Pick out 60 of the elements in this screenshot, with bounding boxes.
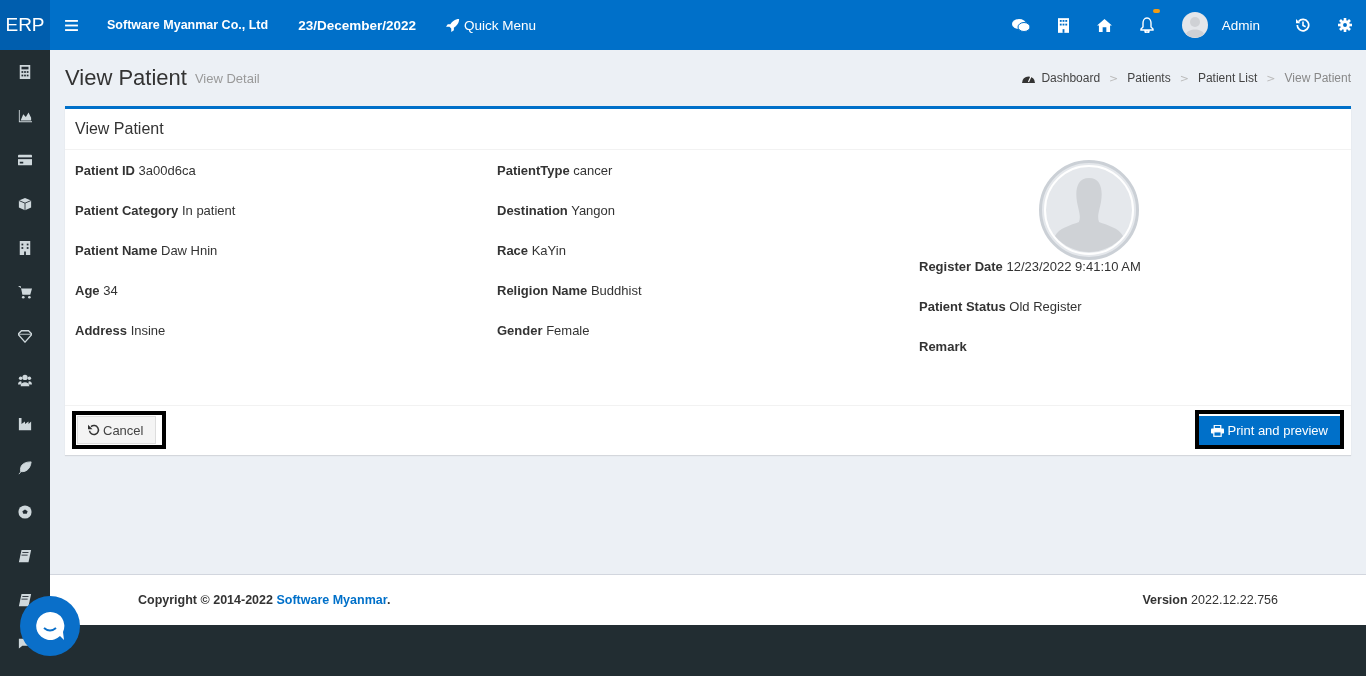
ball-icon[interactable] <box>18 505 32 519</box>
home-icon[interactable] <box>1096 18 1112 32</box>
leaf-icon[interactable] <box>18 461 32 475</box>
page-title: View Patient <box>65 65 187 91</box>
detail-field: Gender Female <box>497 322 919 340</box>
company-name: Software Myanmar Co., Ltd <box>107 18 269 32</box>
breadcrumb-link[interactable]: Patients <box>1127 71 1171 85</box>
user-name[interactable]: Admin <box>1221 17 1260 33</box>
detail-field: Destination Yangon <box>497 202 919 220</box>
cube-icon[interactable] <box>18 197 32 211</box>
calculator-icon[interactable] <box>18 65 32 79</box>
app-logo[interactable]: ERP <box>0 0 50 50</box>
detail-field: Remark <box>919 338 1341 356</box>
card-title: View Patient <box>75 120 164 138</box>
settings-icon[interactable] <box>1338 18 1352 32</box>
breadcrumb-separator: > <box>1109 71 1119 85</box>
history-icon[interactable] <box>1296 18 1310 32</box>
users-icon[interactable] <box>18 373 32 387</box>
detail-field: Patient Status Old Register <box>919 298 1341 316</box>
breadcrumb-link[interactable]: Dashboard <box>1041 71 1101 85</box>
credit-card-icon[interactable] <box>18 153 32 167</box>
building-icon[interactable] <box>1057 17 1069 33</box>
building-icon[interactable] <box>18 241 32 255</box>
undo-icon <box>88 424 100 436</box>
area-chart-icon[interactable] <box>18 109 32 123</box>
detail-field: Patient ID 3a00d6ca <box>75 162 497 180</box>
detail-field: Age 34 <box>75 282 497 300</box>
avatar-icon[interactable] <box>1181 12 1208 38</box>
quick-menu-link[interactable]: Quick Menu <box>446 17 536 33</box>
page-subtitle: View Detail <box>194 70 260 86</box>
breadcrumb-link[interactable]: Patient List <box>1197 71 1258 85</box>
diamond-icon[interactable] <box>18 329 32 343</box>
detail-field: Patient Category In patient <box>75 202 497 220</box>
menu-icon[interactable] <box>65 19 78 31</box>
print-preview-button[interactable]: Print and preview <box>1198 414 1340 445</box>
copyright-text: Copyright © 2014-2022 Software Myanmar. <box>138 593 391 607</box>
current-date: 23/December/2022 <box>298 17 416 33</box>
cart-icon[interactable] <box>18 285 32 299</box>
rocket-icon <box>446 18 460 32</box>
breadcrumb-separator: > <box>1266 71 1276 85</box>
detail-field: Race KaYin <box>497 242 919 260</box>
chat-bubble-icon <box>34 610 66 642</box>
book-icon[interactable] <box>18 549 32 563</box>
chat-bubbles-icon[interactable] <box>1011 18 1030 32</box>
detail-field: Address Insine <box>75 322 497 340</box>
book-icon[interactable] <box>18 593 32 607</box>
version-text: Version 2022.12.22.756 <box>1142 593 1278 607</box>
cancel-button[interactable]: Cancel <box>77 415 157 444</box>
printer-icon <box>1210 424 1224 437</box>
dashboard-gauge-icon <box>1022 73 1036 83</box>
detail-field: Religion Name Buddhist <box>497 282 919 300</box>
breadcrumb-current: View Patient <box>1284 71 1351 85</box>
breadcrumb-separator: > <box>1179 71 1189 85</box>
detail-field: Patient Name Daw Hnin <box>75 242 497 260</box>
factory-icon[interactable] <box>18 417 32 431</box>
company-link[interactable]: Software Myanmar <box>276 593 387 607</box>
patient-avatar-icon <box>1039 160 1139 260</box>
detail-field: PatientType cancer <box>497 162 919 180</box>
bell-icon[interactable] <box>1139 17 1154 33</box>
detail-field: Register Date 12/23/2022 9:41:10 AM <box>919 258 1341 276</box>
